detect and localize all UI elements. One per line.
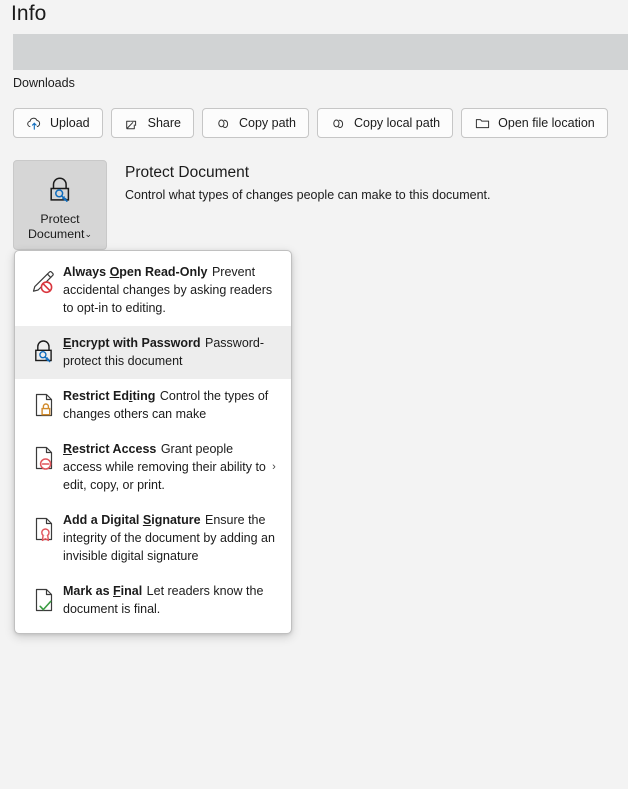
title-accelerator: R (63, 442, 73, 456)
copy-local-path-button-label: Copy local path (353, 116, 441, 130)
link-icon (330, 115, 347, 132)
open-file-location-button-label: Open file location (498, 116, 595, 130)
chevron-down-icon: ⌄ (84, 229, 93, 239)
title-post: pen Read-Only (119, 265, 208, 279)
share-button[interactable]: Share (110, 108, 194, 138)
lock-key-icon (29, 334, 63, 367)
upload-button[interactable]: Upload (13, 108, 103, 138)
protect-document-description: Control what types of changes people can… (125, 188, 491, 202)
menu-item-title: Always Open Read-Only (63, 265, 208, 279)
menu-item-body: Restrict Access Grant people access whil… (63, 440, 267, 494)
menu-item-title: Mark as Final (63, 584, 142, 598)
title-pre: Add a Digital (63, 513, 143, 527)
copy-local-path-button[interactable]: Copy local path (316, 108, 454, 138)
document-restricted-icon (29, 440, 63, 473)
open-file-location-button[interactable]: Open file location (461, 108, 608, 138)
upload-button-label: Upload (50, 116, 90, 130)
copy-path-button[interactable]: Copy path (201, 108, 309, 138)
title-post: estrict Access (72, 442, 157, 456)
title-post: ignature (151, 513, 201, 527)
document-lock-icon (29, 387, 63, 420)
document-signature-icon (29, 511, 63, 544)
title-post: ncrypt with Password (71, 336, 201, 350)
folder-open-icon (474, 115, 491, 132)
menu-item-title: Restrict Access (63, 442, 156, 456)
title-pre: Restrict Ed (63, 389, 129, 403)
filename-placeholder-bar (13, 34, 628, 70)
cloud-upload-icon (26, 115, 43, 132)
folder-label: Downloads (13, 76, 75, 90)
title-accelerator: S (142, 513, 152, 527)
menu-item-restrict-access[interactable]: Restrict Access Grant people access whil… (15, 432, 291, 503)
menu-item-body: Mark as Final Let readers know the docum… (63, 582, 281, 618)
protect-document-button-label-line1: Protect (40, 212, 80, 226)
protect-document-button[interactable]: Protect Document⌄ (13, 160, 107, 250)
title-pre: Mark as (63, 584, 114, 598)
menu-item-body: Always Open Read-Only Prevent accidental… (63, 263, 281, 317)
protect-document-button-label-line2: Document (27, 227, 85, 241)
title-post: ting (132, 389, 156, 403)
menu-item-mark-as-final[interactable]: Mark as Final Let readers know the docum… (15, 574, 291, 627)
pencil-blocked-icon (29, 263, 63, 296)
menu-item-body: Restrict Editing Control the types of ch… (63, 387, 281, 423)
title-accelerator: O (109, 265, 120, 279)
protect-document-dropdown-menu: Always Open Read-Only Prevent accidental… (14, 250, 292, 634)
page-title: Info (11, 2, 47, 25)
menu-item-body: Add a Digital Signature Ensure the integ… (63, 511, 281, 565)
protect-document-button-label: Protect Document⌄ (28, 212, 92, 243)
menu-item-title: Add a Digital Signature (63, 513, 201, 527)
document-check-icon (29, 582, 63, 615)
menu-item-always-open-read-only[interactable]: Always Open Read-Only Prevent accidental… (15, 255, 291, 326)
menu-item-restrict-editing[interactable]: Restrict Editing Control the types of ch… (15, 379, 291, 432)
lock-key-icon (43, 174, 77, 208)
share-icon (124, 115, 141, 132)
menu-item-title: Restrict Editing (63, 389, 155, 403)
title-post: inal (120, 584, 143, 598)
menu-item-title: Encrypt with Password (63, 336, 201, 350)
protect-document-heading: Protect Document (125, 164, 250, 181)
chevron-right-icon: › (272, 461, 276, 473)
share-button-label: Share (147, 116, 181, 130)
command-button-bar: Upload Share Copy path Copy local path O… (13, 108, 608, 138)
menu-item-add-digital-signature[interactable]: Add a Digital Signature Ensure the integ… (15, 503, 291, 574)
title-pre: Always (63, 265, 110, 279)
link-icon (215, 115, 232, 132)
menu-item-body: Encrypt with Password Password-protect t… (63, 334, 281, 370)
title-accelerator: F (113, 584, 121, 598)
menu-item-encrypt-with-password[interactable]: Encrypt with Password Password-protect t… (15, 326, 291, 379)
copy-path-button-label: Copy path (238, 116, 296, 130)
